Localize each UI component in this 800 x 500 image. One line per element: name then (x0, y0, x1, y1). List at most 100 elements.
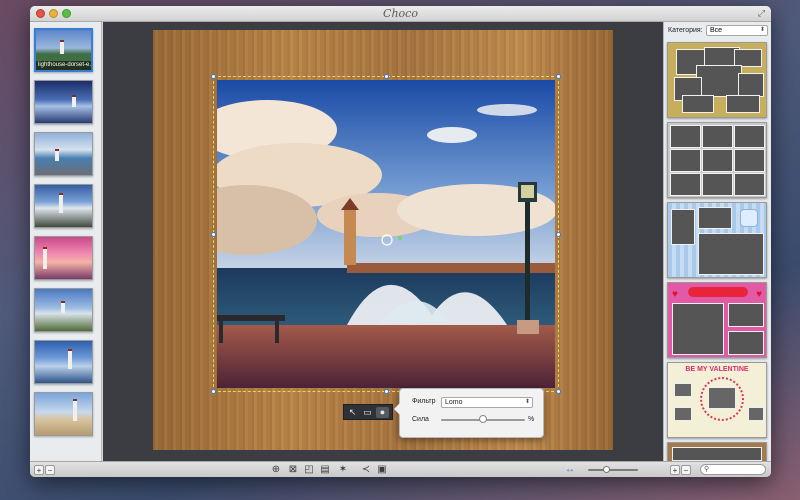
template-baby[interactable] (667, 202, 767, 278)
search-icon: ⚲ (704, 466, 710, 473)
photo-slot (670, 173, 701, 196)
photo-thumbnail[interactable] (34, 132, 93, 176)
baby-bottle-icon (740, 209, 758, 227)
lighthouse-icon (60, 40, 64, 54)
photo-slot (728, 303, 764, 327)
photo-thumbnail[interactable] (34, 392, 93, 436)
fit-width-icon[interactable]: ↔ (564, 464, 576, 476)
photo-slot (670, 149, 701, 172)
zoom-slider-knob[interactable] (602, 466, 610, 473)
valentine-title: BE MY VALENTINE (685, 366, 749, 373)
resize-handle[interactable] (556, 232, 561, 237)
ribbon-banner (688, 287, 748, 297)
camera-icon (674, 383, 692, 397)
camera-icon (748, 407, 764, 421)
photo-slot (702, 149, 733, 172)
photo-slot (670, 125, 701, 148)
photo-slot (734, 149, 765, 172)
template-search-input[interactable]: ⚲ (700, 464, 766, 475)
filter-popover: Фильтр Lomo ⬍ Сила % (394, 388, 544, 438)
layout-icon[interactable]: ▤ (319, 464, 331, 476)
photo-thumbnail[interactable] (34, 288, 93, 332)
photo-thumbnail[interactable] (34, 340, 93, 384)
thumbnail-caption: lighthouse-dorset-e... (36, 61, 91, 70)
resize-handle[interactable] (384, 389, 389, 394)
strength-slider[interactable] (441, 415, 525, 423)
resize-handle[interactable] (556, 389, 561, 394)
template-scrapbook[interactable] (667, 42, 767, 118)
updown-arrow-icon: ⬍ (524, 399, 530, 405)
filter-select[interactable]: Lomo ⬍ (441, 397, 533, 408)
lighthouse-icon (61, 301, 65, 313)
photo-slot (696, 65, 742, 97)
camera-icon (674, 407, 692, 421)
template-valentine[interactable]: BE MY VALENTINE (667, 362, 767, 438)
main-photo[interactable] (217, 80, 555, 388)
photo-slot (734, 125, 765, 148)
category-select[interactable]: Все ⬍ (706, 25, 768, 36)
add-circle-icon[interactable]: ⊕ (270, 464, 282, 476)
photo-list: lighthouse-dorset-e... (30, 22, 102, 461)
popover-arrow (394, 403, 400, 415)
add-photo-button[interactable]: + (34, 465, 44, 475)
photo-slot (698, 233, 764, 275)
photo-thumbnail[interactable] (34, 80, 93, 124)
strength-label: Сила (412, 416, 429, 423)
photo-slot (728, 331, 764, 355)
photo-tool-strip: ↖ ▭ ● (343, 404, 393, 420)
pointer-icon[interactable]: ↖ (346, 407, 359, 418)
magic-wand-icon[interactable]: ✶ (337, 464, 349, 476)
rotate-icon[interactable]: ⊠ (287, 464, 299, 476)
selected-photo-frame[interactable] (211, 74, 561, 394)
lighthouse-icon (73, 399, 77, 421)
photo-thumbnail[interactable]: lighthouse-dorset-e... (34, 28, 93, 72)
crop-icon[interactable]: ▭ (361, 407, 374, 418)
photo-scene (217, 80, 555, 388)
remove-photo-button[interactable]: − (45, 465, 55, 475)
photo-slot (671, 209, 695, 245)
photo-slot (698, 207, 732, 229)
template-partial[interactable] (667, 442, 767, 462)
resize-handle[interactable] (556, 74, 561, 79)
image-icon[interactable]: ▣ (376, 464, 388, 476)
zoom-slider[interactable] (588, 466, 638, 473)
template-grid[interactable] (667, 122, 767, 198)
photo-slot (702, 173, 733, 196)
templates-panel: Категория: Все ⬍ ♥ ♥ BE MY VALENTINE (663, 22, 771, 462)
remove-template-button[interactable]: − (681, 465, 691, 475)
resize-handle[interactable] (384, 74, 389, 79)
photo-slot (734, 173, 765, 196)
filter-value: Lomo (445, 399, 463, 406)
main-window: Choco ⤢ lighthouse-dorset-e... ↖ ▭ ● Фил… (30, 6, 771, 477)
wood-background (153, 30, 613, 450)
template-hearts[interactable]: ♥ ♥ (667, 282, 767, 358)
photo-slot (726, 95, 760, 113)
resize-handle[interactable] (211, 74, 216, 79)
camera-icon (708, 387, 736, 409)
resize-handle[interactable] (211, 389, 216, 394)
photo-thumbnail[interactable] (34, 184, 93, 228)
photo-slot (738, 73, 764, 97)
share-icon[interactable]: ≺ (360, 464, 372, 476)
updown-arrow-icon: ⬍ (759, 27, 765, 33)
category-value: Все (710, 27, 723, 34)
filter-label: Фильтр (412, 398, 436, 405)
photo-slot (682, 95, 714, 113)
fullscreen-icon[interactable]: ⤢ (756, 8, 767, 19)
frame-icon[interactable]: ◰ (303, 464, 315, 476)
lighthouse-icon (72, 95, 76, 107)
heart-icon: ♥ (672, 289, 678, 300)
photo-thumbnail[interactable] (34, 236, 93, 280)
add-template-button[interactable]: + (670, 465, 680, 475)
category-label: Категория: (668, 27, 703, 34)
lighthouse-icon (68, 349, 72, 369)
photo-slot (672, 447, 762, 461)
photo-slot (702, 125, 733, 148)
lighthouse-icon (59, 193, 63, 213)
resize-handle[interactable] (211, 232, 216, 237)
lighthouse-icon (55, 149, 59, 161)
photo-slot (672, 303, 724, 355)
filter-drop-icon[interactable]: ● (376, 407, 389, 418)
bottom-toolbar: + − ⊕ ⊠ ◰ ▤ ✶ ≺ ▣ ↔ + − ⚲ (30, 461, 771, 477)
strength-slider-knob[interactable] (479, 415, 487, 423)
